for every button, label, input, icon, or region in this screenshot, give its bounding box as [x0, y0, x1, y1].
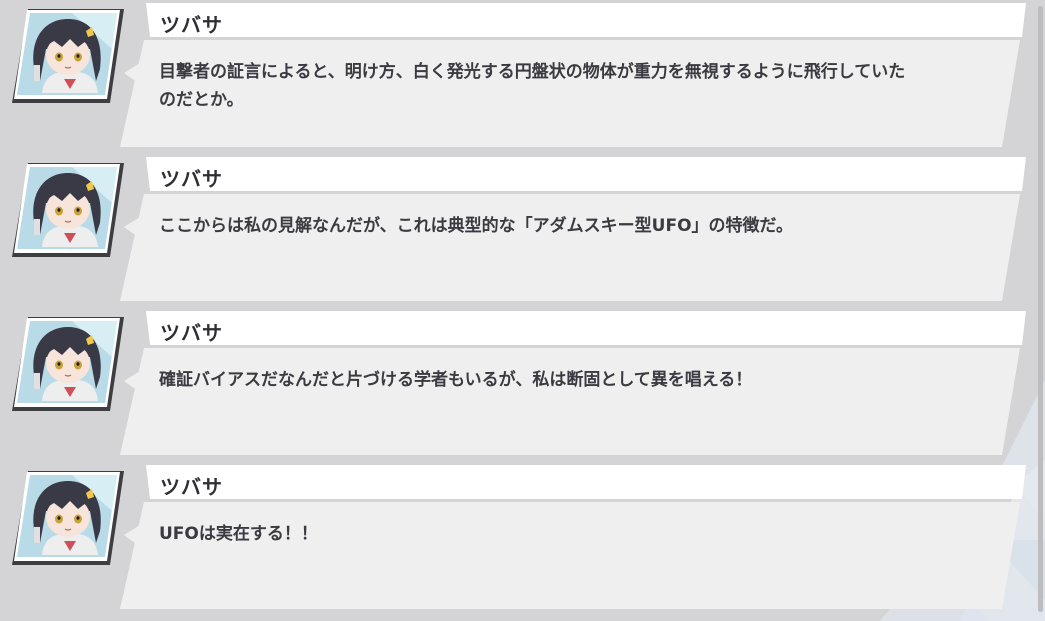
dialogue-bubble: ツバサ 目撃者の証言によると、明け方、白く発光する円盤状の物体が重力を無視するよ… [118, 3, 1030, 151]
scrollbar[interactable] [1038, 6, 1043, 612]
speaker-name: ツバサ [160, 475, 223, 499]
backlog-list: ツバサ 目撃者の証言によると、明け方、白く発光する円盤状の物体が重力を無視するよ… [0, 0, 1045, 621]
tsubasa-portrait-icon [12, 163, 124, 257]
speaker-name: ツバサ [160, 321, 223, 345]
dialogue-text: ここからは私の見解なんだが、これは典型的な「アダムスキー型UFO」の特徴だ。 [159, 216, 794, 236]
speaker-name: ツバサ [160, 167, 223, 191]
log-entry[interactable]: ツバサ UFOは実在する！！ [0, 465, 1045, 619]
log-entry[interactable]: ツバサ 目撃者の証言によると、明け方、白く発光する円盤状の物体が重力を無視するよ… [0, 3, 1045, 157]
tsubasa-portrait-icon [12, 317, 124, 411]
log-entry[interactable]: ツバサ 確証バイアスだなんだと片づける学者もいるが、私は断固として異を唱える！ [0, 311, 1045, 465]
dialogue-text: UFOは実在する！！ [159, 524, 318, 544]
log-entry[interactable]: ツバサ ここからは私の見解なんだが、これは典型的な「アダムスキー型UFO」の特徴… [0, 157, 1045, 311]
speaker-name: ツバサ [160, 13, 223, 37]
tsubasa-portrait-icon [12, 9, 124, 103]
tsubasa-portrait-icon [12, 471, 124, 565]
dialogue-bubble: ツバサ 確証バイアスだなんだと片づける学者もいるが、私は断固として異を唱える！ [118, 311, 1030, 459]
scrollbar-thumb[interactable] [1038, 6, 1043, 612]
dialogue-bubble: ツバサ ここからは私の見解なんだが、これは典型的な「アダムスキー型UFO」の特徴… [118, 157, 1030, 305]
dialogue-bubble: ツバサ UFOは実在する！！ [118, 465, 1030, 613]
dialogue-text: 確証バイアスだなんだと片づける学者もいるが、私は断固として異を唱える！ [159, 370, 753, 390]
dialogue-text: 目撃者の証言によると、明け方、白く発光する円盤状の物体が重力を無視するように飛行… [159, 62, 906, 110]
